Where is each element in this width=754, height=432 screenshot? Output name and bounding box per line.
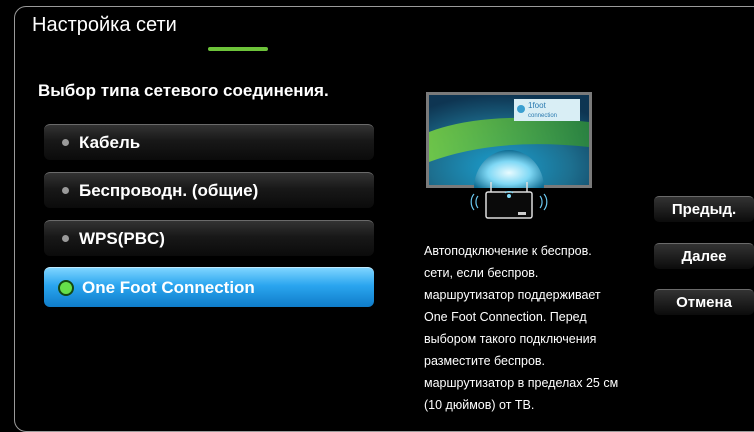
radio-dot-icon (62, 139, 69, 146)
title-underline (208, 47, 268, 51)
page-title: Настройка сети (32, 14, 177, 36)
option-cable[interactable]: Кабель (44, 124, 374, 160)
option-label: Кабель (79, 132, 141, 152)
connection-type-heading: Выбор типа сетевого соединения. (38, 81, 329, 100)
option-wireless-general[interactable]: Беспроводн. (общие) (44, 172, 374, 208)
option-label: One Foot Connection (82, 277, 255, 297)
description-text: Автоподключение к беспров. сети, если бе… (424, 244, 619, 412)
logo-top-text: 1foot (528, 101, 547, 110)
logo-bottom-text: connection (528, 113, 557, 119)
prev-button[interactable]: Предыд. (654, 196, 754, 222)
cancel-button[interactable]: Отмена (654, 289, 754, 315)
option-label: WPS(PBC) (79, 228, 165, 248)
option-wps-pbc[interactable]: WPS(PBC) (44, 220, 374, 256)
network-setup-panel (14, 6, 754, 432)
radio-selected-icon (58, 279, 74, 296)
radio-dot-icon (62, 187, 69, 194)
option-one-foot-connection[interactable]: One Foot Connection (44, 267, 374, 307)
tv-router-illustration-icon: 1foot connection (426, 92, 592, 224)
option-label: Беспроводн. (общие) (79, 180, 259, 200)
next-button[interactable]: Далее (654, 243, 754, 269)
radio-dot-icon (62, 235, 69, 242)
